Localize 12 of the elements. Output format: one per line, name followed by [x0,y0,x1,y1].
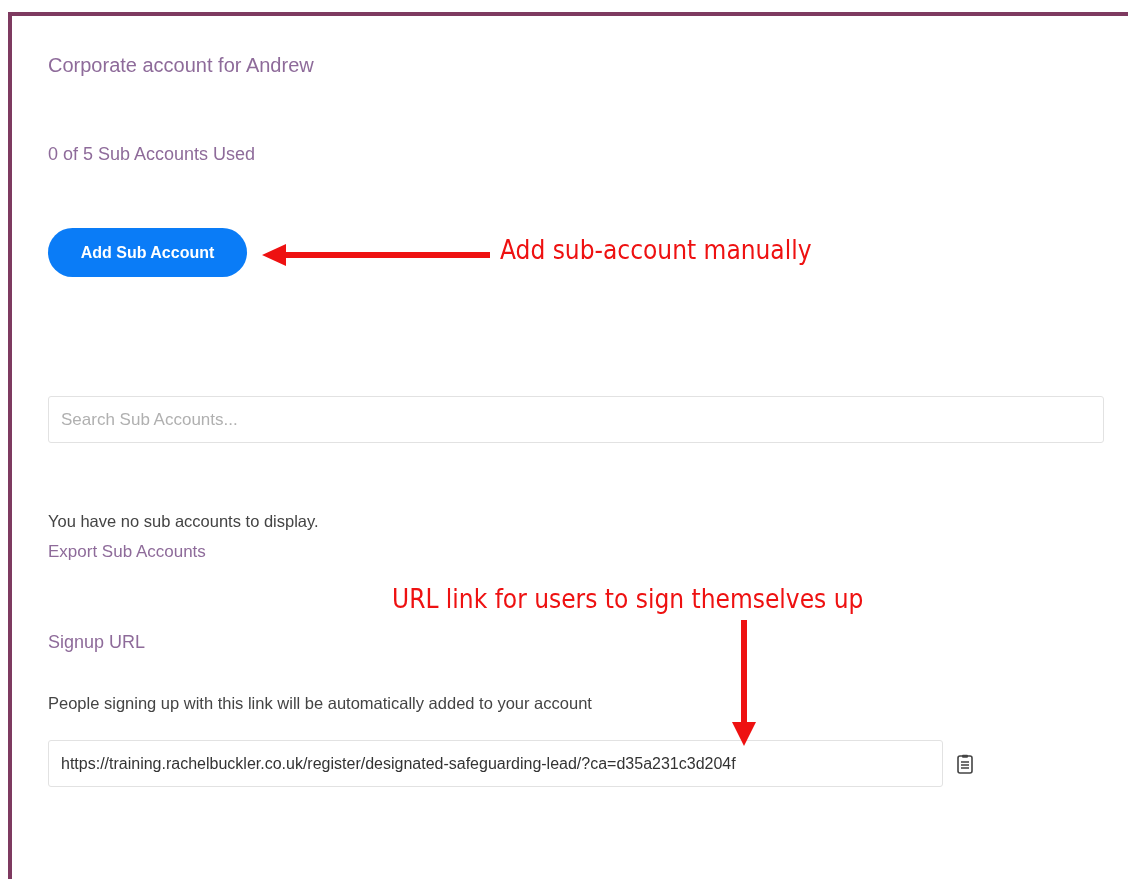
usage-count: 0 of 5 Sub Accounts Used [48,143,256,166]
annotation-text: URL link for users to sign themselves up [392,584,864,614]
export-link[interactable]: Export Sub Accounts [48,541,206,563]
signup-url-field[interactable]: https://training.rachelbuckler.co.uk/register/designated-safeguarding-lead/?ca=d35a231c3d204f [48,740,943,787]
search-field[interactable]: Search Sub Accounts... [48,396,1104,443]
add-sub-account-button[interactable]: Add Sub Account [48,228,247,277]
signup-heading: Signup URL [48,631,146,654]
account-title: Corporate account for Andrew [48,53,314,78]
signup-description: People signing up with this link will be automatically added to your account [48,693,592,714]
empty-message: You have no sub accounts to display. [48,511,319,532]
clipboard-icon[interactable] [957,753,973,774]
annotation-text: Add sub-account manually [500,235,812,265]
